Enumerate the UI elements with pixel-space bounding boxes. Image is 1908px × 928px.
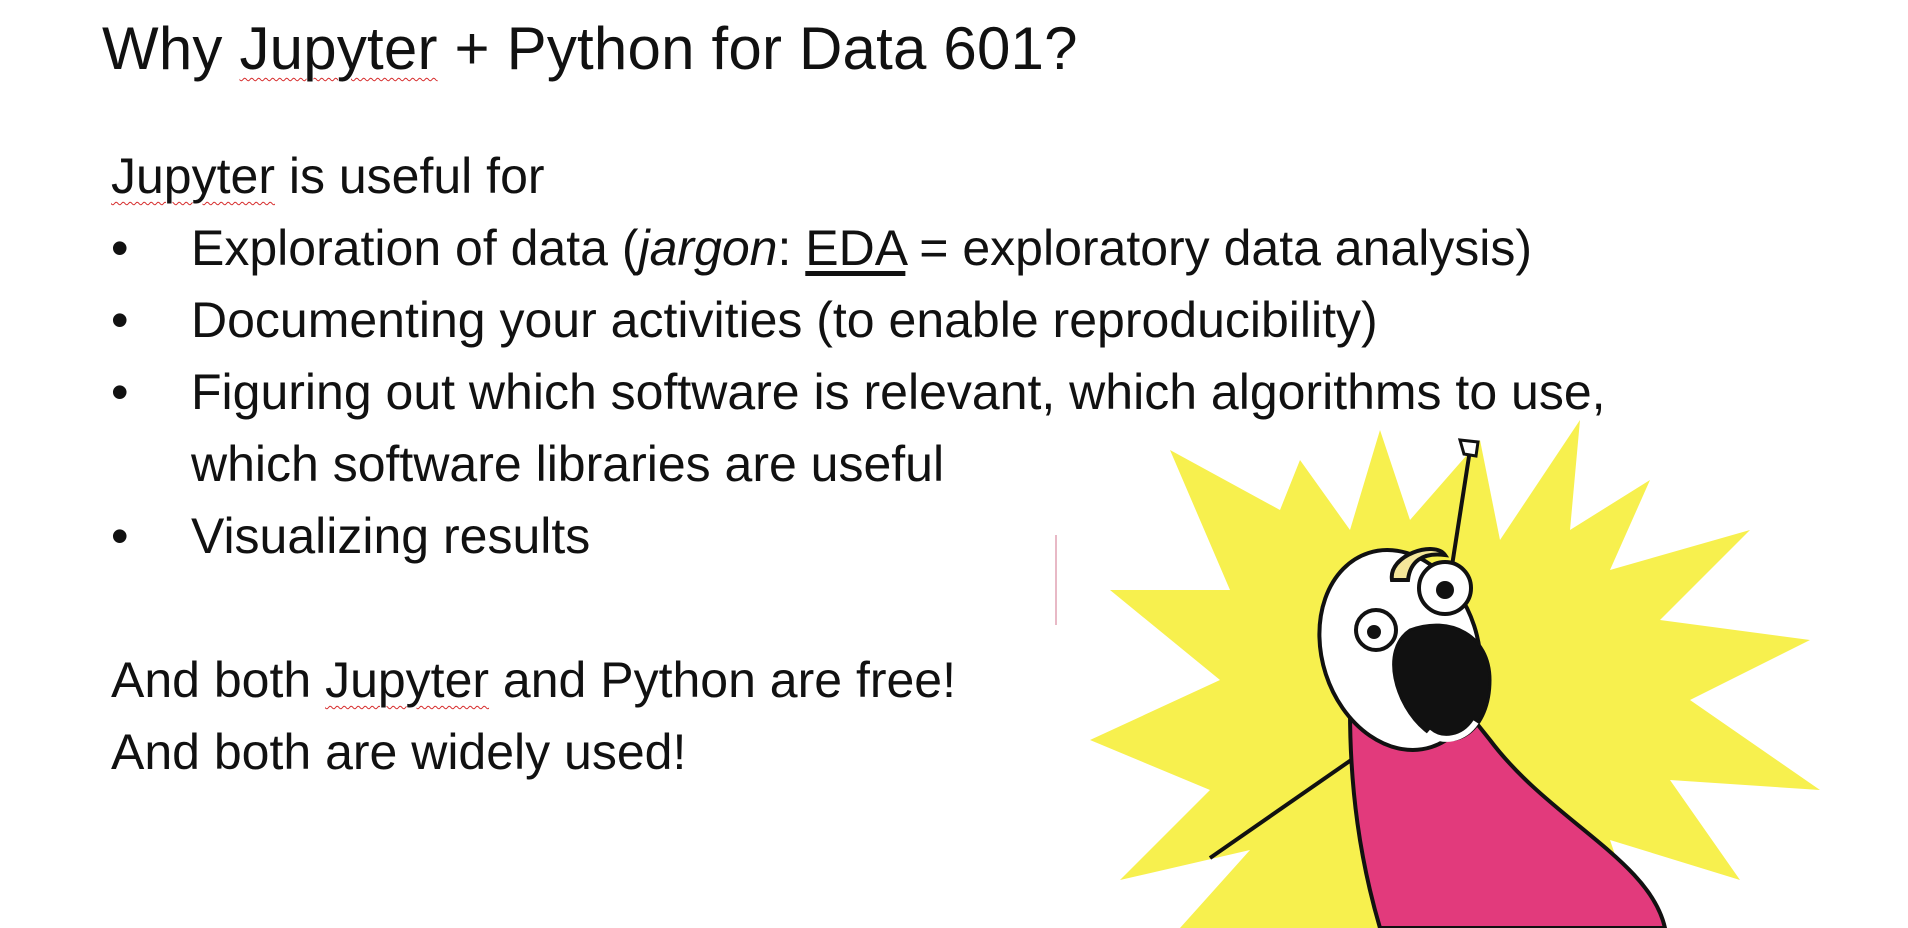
all-the-things-meme-icon xyxy=(1090,420,1820,928)
intro-jupyter-word: Jupyter xyxy=(111,148,275,204)
right-pupil-icon xyxy=(1436,581,1454,599)
bullet-figuring-line2: which software libraries are useful xyxy=(191,436,945,492)
bullet-item-documenting: • Documenting your activities (to enable… xyxy=(111,284,1811,356)
bullet-eda-post: = exploratory data analysis) xyxy=(905,220,1533,276)
bullet-eda-underlined: EDA xyxy=(805,220,906,276)
closing-free-pre: And both xyxy=(111,652,326,708)
intro-line: Jupyter is useful for xyxy=(111,140,1811,212)
bullet-documenting-text: Documenting your activities (to enable r… xyxy=(191,292,1378,348)
intro-rest: is useful for xyxy=(274,148,545,204)
title-jupyter-word: Jupyter xyxy=(239,15,438,82)
closing-free-post: and Python are free! xyxy=(489,652,956,708)
flag-icon xyxy=(1457,438,1480,458)
bullet-dot-icon: • xyxy=(111,508,129,564)
meme-illustration xyxy=(1050,410,1870,928)
bullet-dot-icon: • xyxy=(111,364,129,420)
bullet-eda-pre: Exploration of data ( xyxy=(191,220,639,276)
closing-jupyter-word: Jupyter xyxy=(325,652,490,708)
bullet-item-eda: • Exploration of data (jargon: EDA = exp… xyxy=(111,212,1811,284)
title-suffix: + Python for Data 601? xyxy=(437,15,1078,82)
bullet-eda-colon: : xyxy=(777,220,806,276)
left-pupil-icon xyxy=(1367,625,1381,639)
bullet-dot-icon: • xyxy=(111,220,129,276)
bullet-dot-icon: • xyxy=(111,292,129,348)
bullet-visualizing-text: Visualizing results xyxy=(191,508,591,564)
title-prefix: Why xyxy=(102,15,240,82)
slide-title: Why Jupyter + Python for Data 601? xyxy=(102,14,1078,83)
bullet-eda-italic: jargon xyxy=(638,220,778,276)
